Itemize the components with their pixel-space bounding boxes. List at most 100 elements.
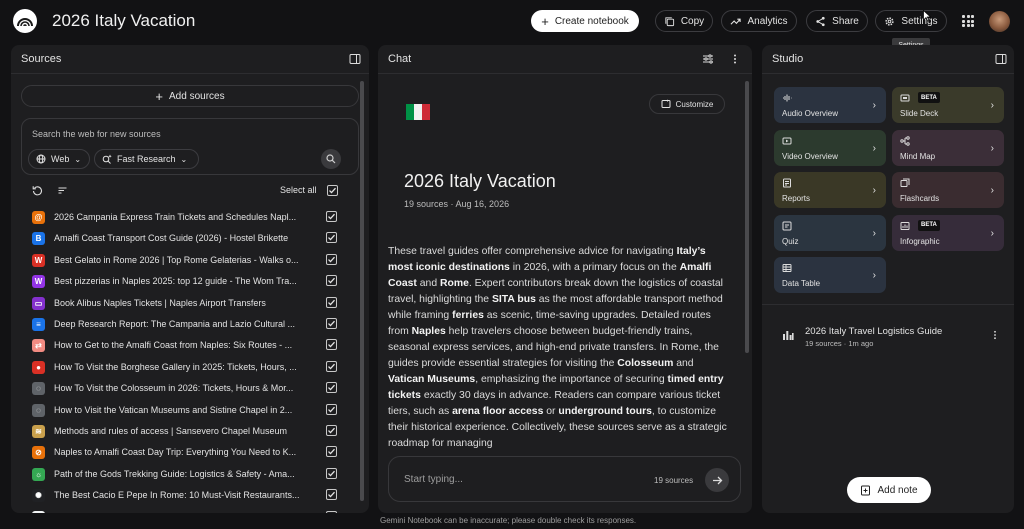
tune-icon[interactable] (702, 53, 714, 65)
studio-tile-infographic[interactable]: BETA Infographic › (892, 214, 1004, 251)
notebook-logo-icon[interactable] (13, 9, 37, 33)
source-item[interactable]: ⊘ Naples to Amalfi Coast Day Trip: Everyt… (11, 442, 359, 463)
source-checkbox[interactable] (326, 232, 337, 244)
share-button[interactable]: Share (806, 10, 868, 32)
video-icon (782, 137, 792, 144)
search-submit-button[interactable] (321, 149, 341, 169)
chat-scrollbar[interactable] (745, 81, 749, 353)
quiz-icon (782, 221, 792, 230)
more-vert-icon[interactable] (729, 53, 741, 65)
collapse-panel-icon[interactable] (349, 53, 361, 65)
studio-tile-mind-map[interactable]: Mind Map › (892, 129, 1004, 166)
studio-tile-slide-deck[interactable]: BETA Slide Deck › (892, 87, 1004, 123)
settings-button[interactable]: Settings (875, 10, 947, 32)
table-icon (782, 264, 792, 272)
collapse-panel-icon[interactable] (995, 53, 1007, 65)
route-icon: ⇄ (32, 339, 45, 353)
italy-flag-icon (406, 104, 430, 120)
avatar[interactable] (989, 11, 1010, 32)
notebook-title[interactable]: 2026 Italy Vacation (52, 11, 195, 31)
select-row: Select all (21, 183, 349, 199)
source-title: Amalfi Coast Transport Cost Guide (2026)… (54, 233, 289, 244)
chevron-right-icon: › (990, 185, 994, 196)
source-item[interactable]: ▭ Book Alibus Naples Tickets | Naples Air… (11, 293, 359, 314)
source-checkbox[interactable] (326, 446, 337, 458)
summary-text: and (673, 358, 694, 369)
source-checkbox[interactable] (326, 489, 337, 501)
source-checkbox[interactable] (326, 318, 337, 329)
analytics-button[interactable]: Analytics (721, 10, 797, 32)
chat-title: Chat (388, 53, 412, 65)
check-icon (328, 427, 335, 434)
web-search-box[interactable]: Search the web for new sources Web ⌄ Fas… (21, 118, 359, 175)
apps-grid-icon[interactable] (962, 15, 974, 27)
source-checkbox[interactable] (326, 211, 337, 222)
source-item[interactable]: W Best pizzerias in Naples 2025: top 12 g… (11, 271, 359, 292)
notebook-summary: These travel guides offer comprehensive … (388, 244, 732, 450)
research-mode-dropdown[interactable]: Fast Research ⌄ (94, 149, 199, 169)
chevron-right-icon: › (872, 100, 876, 111)
source-item[interactable]: ☼ Path of the Gods Trekking Guide: Logist… (11, 464, 359, 485)
source-checkbox[interactable] (326, 275, 337, 287)
source-item[interactable]: ≋ Methods and rules of access | Sansevero… (11, 421, 359, 442)
source-item[interactable]: ◌ How to Visit the Vatican Museums and Si… (11, 400, 359, 421)
source-checkbox[interactable] (326, 253, 337, 265)
studio-tile-quiz[interactable]: Quiz › (774, 214, 886, 251)
beta-badge: BETA (918, 219, 940, 231)
source-checkbox[interactable] (326, 339, 337, 351)
source-count-label: 19 sources (654, 476, 694, 485)
select-all-checkbox[interactable] (327, 185, 338, 196)
source-checkbox[interactable] (326, 296, 337, 308)
sources-scrollbar[interactable] (360, 81, 364, 501)
source-checkbox[interactable] (326, 403, 337, 415)
source-checkbox[interactable] (326, 382, 337, 394)
trending-icon (731, 18, 742, 25)
spiral-icon: @ (32, 211, 45, 224)
customize-button[interactable]: Customize (649, 94, 725, 114)
notebook-meta: 19 sources · Aug 16, 2026 (404, 199, 510, 209)
note-title: 2026 Italy Travel Logistics Guide (805, 326, 943, 337)
flashcards-icon (900, 178, 910, 187)
add-note-button[interactable]: Add note (847, 477, 931, 503)
chat-input-placeholder[interactable]: Start typing... (404, 474, 463, 485)
source-item[interactable]: ≡ Deep Research Report: The Campania and … (11, 314, 359, 335)
mouse-cursor-icon (923, 10, 931, 22)
copy-button[interactable]: Copy (655, 10, 713, 32)
check-icon (328, 363, 335, 370)
source-item[interactable]: ✺ The Best Cacio E Pepe In Rome: 10 Must-… (11, 485, 359, 506)
source-item[interactable]: ● How To Visit the Borghese Gallery in 20… (11, 357, 359, 378)
source-checkbox[interactable] (326, 467, 337, 479)
source-item[interactable]: B Amalfi Coast Transport Cost Guide (2026… (11, 228, 359, 249)
source-item[interactable]: ▤ The Ultimate guide to ... (11, 507, 359, 513)
source-checkbox[interactable] (326, 360, 337, 372)
studio-tile-data-table[interactable]: Data Table › (774, 257, 886, 293)
chat-input-box[interactable]: Start typing... 19 sources (388, 456, 741, 502)
check-icon (328, 299, 335, 306)
source-checkbox[interactable] (326, 425, 337, 436)
customize-icon (661, 99, 671, 108)
add-sources-button[interactable]: + Add sources (21, 85, 359, 107)
sort-icon[interactable] (57, 185, 68, 196)
source-title: Best pizzerias in Naples 2025: top 12 gu… (54, 276, 297, 287)
studio-tile-video-overview[interactable]: Video Overview › (774, 129, 886, 166)
note-item[interactable]: 2026 Italy Travel Logistics Guide 19 sou… (772, 317, 1004, 353)
source-item[interactable]: W Best Gelato in Rome 2026 | Top Rome Gel… (11, 250, 359, 271)
web-search-placeholder[interactable]: Search the web for new sources (32, 129, 161, 139)
select-all-label: Select all (280, 185, 317, 195)
more-vert-icon[interactable] (990, 330, 1000, 340)
studio-tile-reports[interactable]: Reports › (774, 172, 886, 208)
source-item[interactable]: ⇄ How to Get to the Amalfi Coast from Nap… (11, 335, 359, 356)
web-source-dropdown[interactable]: Web ⌄ (28, 149, 90, 169)
source-item[interactable]: ◌ How To Visit the Colosseum in 2026: Tic… (11, 378, 359, 399)
send-button[interactable] (705, 468, 729, 492)
summary-highlight: Colosseum (617, 358, 674, 369)
source-checkbox[interactable] (326, 510, 337, 513)
note-add-icon (861, 485, 871, 495)
studio-tile-label: Mind Map (900, 151, 936, 161)
refresh-icon[interactable] (32, 185, 43, 196)
source-item[interactable]: @2026 Campania Express Train Tickets and… (11, 207, 359, 228)
studio-tile-audio-overview[interactable]: Audio Overview › (774, 87, 886, 123)
create-notebook-button[interactable]: + Create notebook (531, 10, 639, 32)
chevron-right-icon: › (990, 100, 994, 111)
studio-tile-flashcards[interactable]: Flashcards › (892, 172, 1004, 208)
